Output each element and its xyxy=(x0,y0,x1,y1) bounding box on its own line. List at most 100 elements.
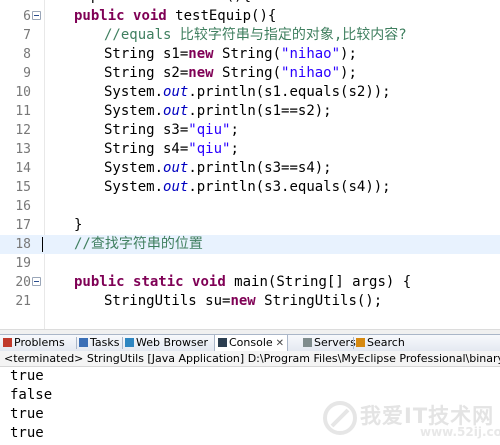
tab-separator xyxy=(122,337,123,349)
text-caret xyxy=(42,237,43,252)
line-number: 10 xyxy=(15,85,31,100)
code-token: testEquip(){ xyxy=(166,8,277,24)
code-token: System. xyxy=(104,84,164,100)
code-keyword: public xyxy=(74,8,125,24)
tab-label: Problems xyxy=(14,336,65,349)
code-text: System.out.println(s1.equals(s2)); xyxy=(104,83,391,102)
code-line[interactable]: 14 System.out.println(s3==s4); xyxy=(0,159,500,178)
line-number: 21 xyxy=(15,294,31,309)
problems-icon xyxy=(3,338,12,347)
code-token: String( xyxy=(213,65,282,81)
code-field: out xyxy=(163,84,189,100)
code-field: out xyxy=(163,160,189,176)
tab-label: Servers xyxy=(314,336,356,349)
console-output-line: false xyxy=(10,387,53,403)
code-token: String s1= xyxy=(104,46,189,62)
code-text: public static void main(String[] args) { xyxy=(74,273,411,292)
code-line[interactable]: 13 String s4="qiu"; xyxy=(0,140,500,159)
code-line[interactable]: 18 //查找字符串的位置 xyxy=(0,235,500,254)
code-text: System.out.println(s3.equals(s4)); xyxy=(104,178,391,197)
code-line[interactable]: 16 xyxy=(0,197,500,216)
code-editor[interactable]: public void test(){ 6 public void testEqu… xyxy=(0,0,500,329)
code-token: .println(s3.equals(s4)); xyxy=(188,179,391,195)
code-comment: //查找字符串的位置 xyxy=(74,236,203,252)
tab-console[interactable]: Console ✕ xyxy=(214,335,289,351)
code-token: StringUtils su= xyxy=(104,293,231,309)
views-tab-bar: Problems Tasks Web Browser Console ✕ Servers S… xyxy=(0,334,500,352)
site-watermark: 我爱IT技术网 www.52ij.com xyxy=(322,398,500,442)
tab-search[interactable]: Search xyxy=(356,335,405,351)
code-line[interactable]: 8 String s1=new String("nihao"); xyxy=(0,45,500,64)
code-text: String s1=new String("nihao"); xyxy=(104,45,357,64)
code-token: StringUtils(); xyxy=(255,293,383,309)
code-token: System. xyxy=(104,103,164,119)
code-text: } xyxy=(74,216,82,235)
tab-servers[interactable]: Servers xyxy=(303,335,356,351)
code-line[interactable]: 10 System.out.println(s1.equals(s2)); xyxy=(0,83,500,102)
code-line[interactable]: 12 String s3="qiu"; xyxy=(0,121,500,140)
code-text: String s2=new String("nihao"); xyxy=(104,64,357,83)
code-line[interactable]: 20 public static void main(String[] args)… xyxy=(0,273,500,292)
line-number: 14 xyxy=(15,161,31,176)
code-token: .println(s1==s2); xyxy=(188,103,332,119)
code-line[interactable]: 11 System.out.println(s1==s2); xyxy=(0,102,500,121)
code-line[interactable]: 15 System.out.println(s3.equals(s4)); xyxy=(0,178,500,197)
code-token: .println(s1.equals(s2)); xyxy=(188,84,391,100)
code-keyword: void xyxy=(133,8,167,24)
servers-icon xyxy=(303,338,312,347)
code-string: "qiu" xyxy=(188,122,231,138)
web-browser-icon xyxy=(125,338,134,347)
code-line[interactable]: 19 xyxy=(0,254,500,273)
code-text: String s4="qiu"; xyxy=(104,140,239,159)
close-icon[interactable]: ✕ xyxy=(276,338,284,349)
code-keyword: new xyxy=(188,46,214,62)
code-text: StringUtils su=new StringUtils(); xyxy=(104,292,382,311)
code-token: String s2= xyxy=(104,65,189,81)
code-token: ; xyxy=(230,122,239,138)
tab-separator xyxy=(353,337,354,349)
code-field: out xyxy=(163,179,189,195)
fold-toggle-icon[interactable] xyxy=(32,277,41,286)
tab-web-browser[interactable]: Web Browser xyxy=(125,335,208,351)
line-number: 12 xyxy=(15,123,31,138)
line-number: 13 xyxy=(15,142,31,157)
fold-toggle-icon[interactable] xyxy=(32,11,41,20)
code-line[interactable]: 17} xyxy=(0,216,500,235)
code-line[interactable]: 7 //equals 比较字符串与指定的对象,比较内容? xyxy=(0,26,500,45)
code-text: System.out.println(s1==s2); xyxy=(104,102,332,121)
code-field: out xyxy=(163,103,189,119)
line-number: 15 xyxy=(15,180,31,195)
code-string: "qiu" xyxy=(188,141,231,157)
code-line[interactable]: 6 public void testEquip(){ xyxy=(0,7,500,26)
code-text: String s3="qiu"; xyxy=(104,121,239,140)
code-token: String s4= xyxy=(104,141,189,157)
partial-code-line: public void test(){ xyxy=(74,0,251,4)
line-number: 16 xyxy=(15,199,31,214)
tab-tasks[interactable]: Tasks xyxy=(79,335,119,351)
tab-problems[interactable]: Problems xyxy=(3,335,65,351)
line-number: 8 xyxy=(23,47,31,62)
code-line[interactable]: 9 String s2=new String("nihao"); xyxy=(0,64,500,83)
code-string: "nihao" xyxy=(281,65,341,81)
code-keyword: new xyxy=(230,293,256,309)
code-line[interactable]: 21 StringUtils su=new StringUtils(); xyxy=(0,292,500,311)
watermark-url: www.52ij.com xyxy=(420,425,500,439)
console-output-line: true xyxy=(10,425,44,441)
console-icon xyxy=(218,338,227,347)
code-token: ); xyxy=(340,46,357,62)
line-number: 18 xyxy=(15,237,31,252)
code-string: "nihao" xyxy=(281,46,341,62)
code-text: public void testEquip(){ xyxy=(74,7,276,26)
watermark-logo-icon xyxy=(323,401,357,435)
line-number: 9 xyxy=(23,66,31,81)
tab-label: Tasks xyxy=(90,336,120,349)
code-keyword: new xyxy=(188,65,214,81)
line-number: 20 xyxy=(15,275,31,290)
code-token: main(String[] args) { xyxy=(225,274,412,290)
code-keyword: void xyxy=(192,274,226,290)
console-terminated-status: <terminated> StringUtils [Java Applicati… xyxy=(0,351,500,367)
code-token: System. xyxy=(104,179,164,195)
